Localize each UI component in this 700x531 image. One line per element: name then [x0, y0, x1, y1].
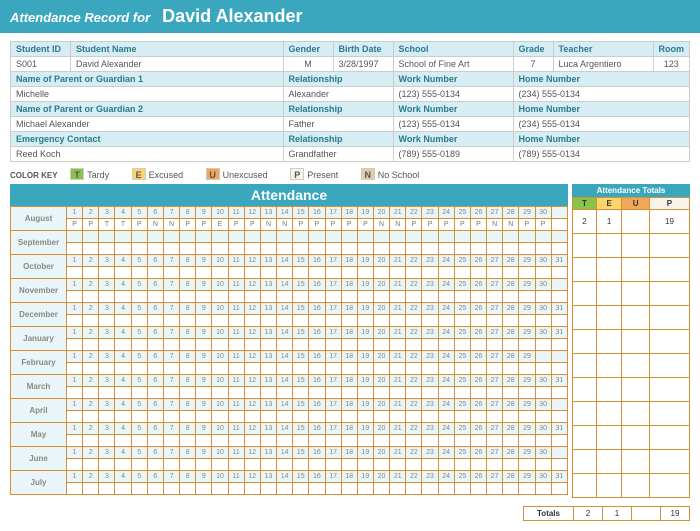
color-key-label: COLOR KEY	[10, 171, 58, 180]
unexcused-swatch: U	[206, 168, 220, 180]
present-swatch: P	[290, 168, 304, 180]
header-student-name: David Alexander	[162, 6, 302, 27]
excused-swatch: E	[132, 168, 146, 180]
grand-totals: Totals2119	[0, 506, 700, 531]
noschool-swatch: N	[361, 168, 375, 180]
color-key: COLOR KEY TTardy EExcused UUnexcused PPr…	[10, 168, 690, 180]
page-header: Attendance Record for David Alexander	[0, 0, 700, 33]
attendance-calendar: August1234567891011121314151617181920212…	[10, 206, 568, 495]
tardy-swatch: T	[70, 168, 84, 180]
attendance-title: Attendance	[10, 184, 568, 206]
header-title: Attendance Record for	[10, 10, 150, 25]
attendance-totals: Attendance Totals TEUP2119	[572, 184, 690, 498]
totals-header: Attendance Totals	[572, 184, 690, 197]
student-info-table: Student IDStudent NameGenderBirth DateSc…	[10, 41, 690, 162]
